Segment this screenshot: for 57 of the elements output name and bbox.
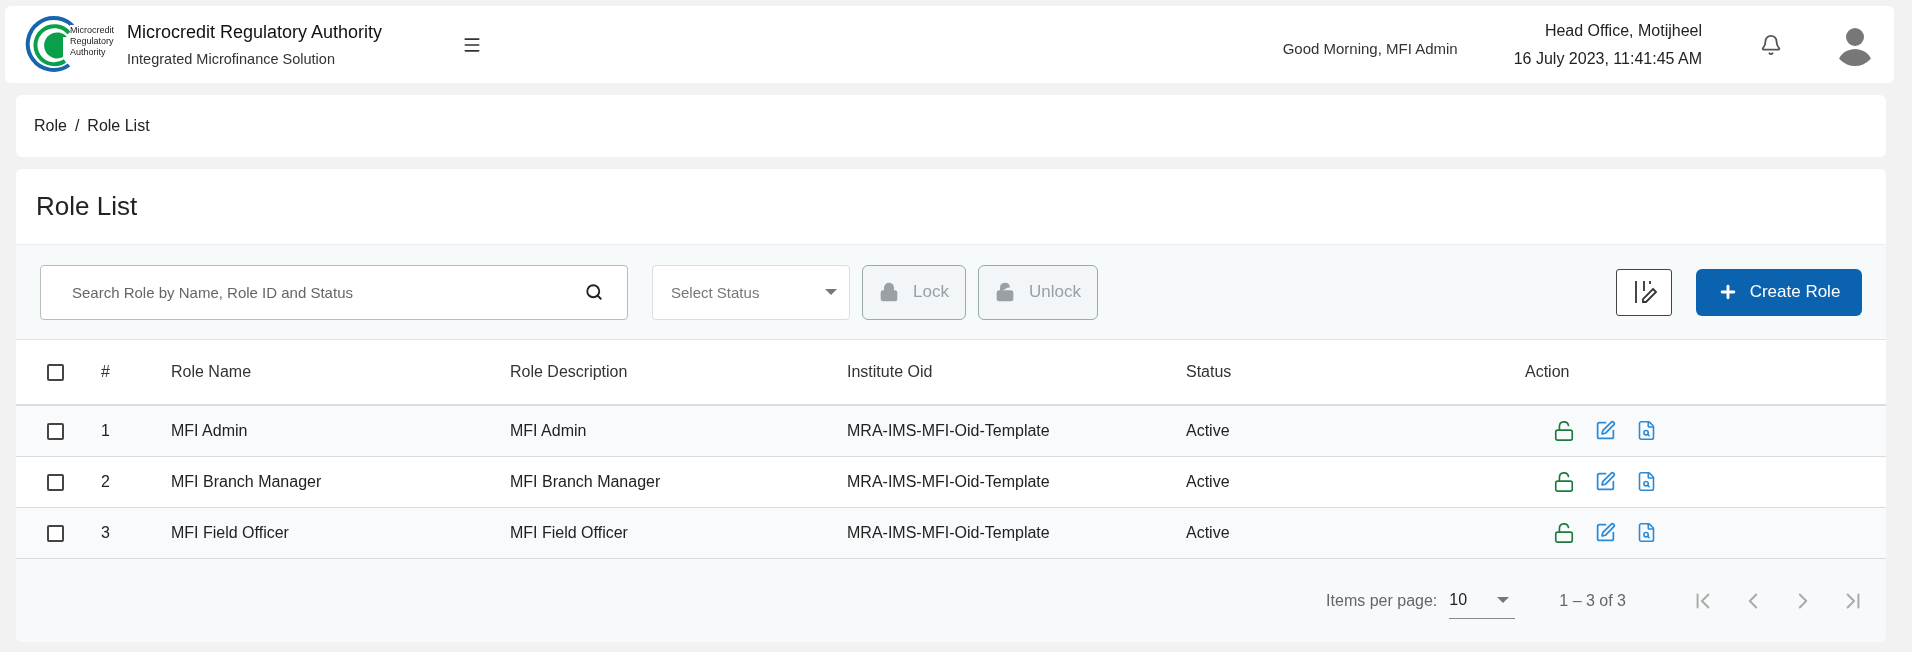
table-cell-text: MFI Field Officer	[510, 524, 629, 542]
table-cell-text: MFI Branch Manager	[171, 473, 323, 491]
edit-icon[interactable]	[1595, 471, 1616, 493]
caret-icon	[825, 289, 837, 295]
column-header: Status	[1186, 363, 1233, 381]
unlocked-padlock-icon[interactable]	[1553, 420, 1575, 442]
breadcrumb-current: Role List	[87, 117, 150, 135]
page-title: Role List	[36, 191, 138, 222]
column-header: #	[101, 363, 111, 381]
greeting-text: Good Morning, MFI Admin	[1282, 40, 1458, 57]
office-name: Head Office, Motijheel	[1544, 21, 1702, 40]
authority-logo: Microcredit Regulatory Authority	[23, 12, 115, 77]
table-cell-text: 3	[101, 524, 111, 542]
padlock-icon	[879, 282, 899, 302]
column-header: Action	[1525, 363, 1571, 381]
table-cell-text: MRA-IMS-MFI-Oid-Template	[847, 422, 1051, 440]
table-cell-text: MFI Admin	[171, 422, 249, 440]
items-per-page-label: Items per page:	[1326, 591, 1438, 610]
page-range: 1 – 3 of 3	[1559, 591, 1626, 610]
edit-icon[interactable]	[1595, 522, 1616, 544]
create-role-button[interactable]: Create Role	[1696, 268, 1862, 316]
app-title: Microcredit Regulatory Authority	[127, 22, 383, 43]
unlocked-padlock-icon	[994, 282, 1015, 302]
table-cell-text: Active	[1186, 473, 1231, 491]
unlocked-padlock-icon[interactable]	[1553, 471, 1575, 493]
table-cell-text: MFI Branch Manager	[510, 473, 662, 491]
table-cell-text: 1	[101, 422, 111, 440]
breadcrumb-link[interactable]: Role	[34, 117, 67, 135]
app-subtitle: Integrated Microfinance Solution	[127, 51, 336, 67]
row-checkbox[interactable]	[47, 422, 64, 440]
table-cell-text: Active	[1186, 422, 1231, 440]
document-search-icon[interactable]	[1636, 420, 1657, 442]
status-select[interactable]: Select Status	[652, 264, 850, 320]
column-header: Role Description	[510, 363, 629, 381]
table-cell-text: 2	[101, 473, 111, 491]
table-cell-text: Active	[1186, 524, 1231, 542]
document-search-icon[interactable]	[1636, 471, 1657, 493]
search-field[interactable]: Search Role by Name, Role ID and Status	[70, 282, 585, 302]
row-checkbox[interactable]	[47, 524, 64, 542]
search-icon	[585, 283, 603, 301]
row-checkbox[interactable]	[47, 473, 64, 491]
column-header: Institute Oid	[847, 363, 934, 381]
table-cell-text: MFI Field Officer	[171, 524, 290, 542]
date-time: 16 July 2023, 11:41:45 AM	[1513, 49, 1702, 68]
page-size-select[interactable]: 10	[1449, 582, 1516, 619]
edit-icon[interactable]	[1595, 420, 1616, 442]
table-cell-text: MFI Admin	[510, 422, 588, 440]
search-box[interactable]: Search Role by Name, Role ID and Status	[40, 264, 628, 320]
column-edit-button[interactable]	[1616, 268, 1672, 316]
breadcrumb-separator: /	[74, 117, 80, 135]
column-header: Role Name	[171, 363, 253, 381]
unlocked-padlock-icon[interactable]	[1553, 522, 1575, 544]
table-cell-text: MRA-IMS-MFI-Oid-Template	[847, 524, 1051, 542]
bell-icon[interactable]	[1760, 33, 1782, 56]
table-cell-text: MRA-IMS-MFI-Oid-Template	[847, 473, 1051, 491]
document-search-icon[interactable]	[1636, 522, 1657, 544]
select-all-checkbox[interactable]	[47, 363, 64, 381]
